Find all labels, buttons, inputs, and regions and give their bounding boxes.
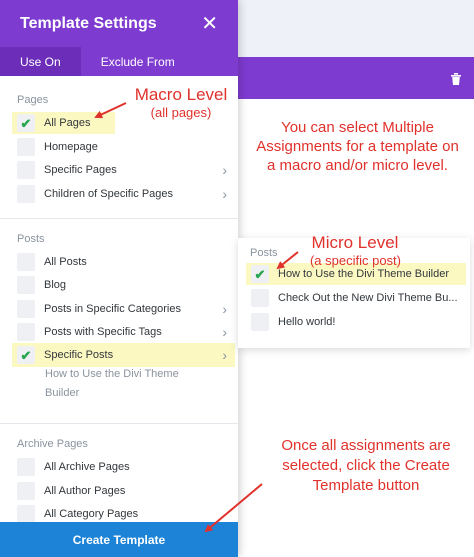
annotation-arrows — [94, 102, 299, 533]
create-arrow — [204, 483, 263, 533]
micro-arrow — [276, 251, 299, 270]
macro-arrow — [94, 102, 127, 119]
